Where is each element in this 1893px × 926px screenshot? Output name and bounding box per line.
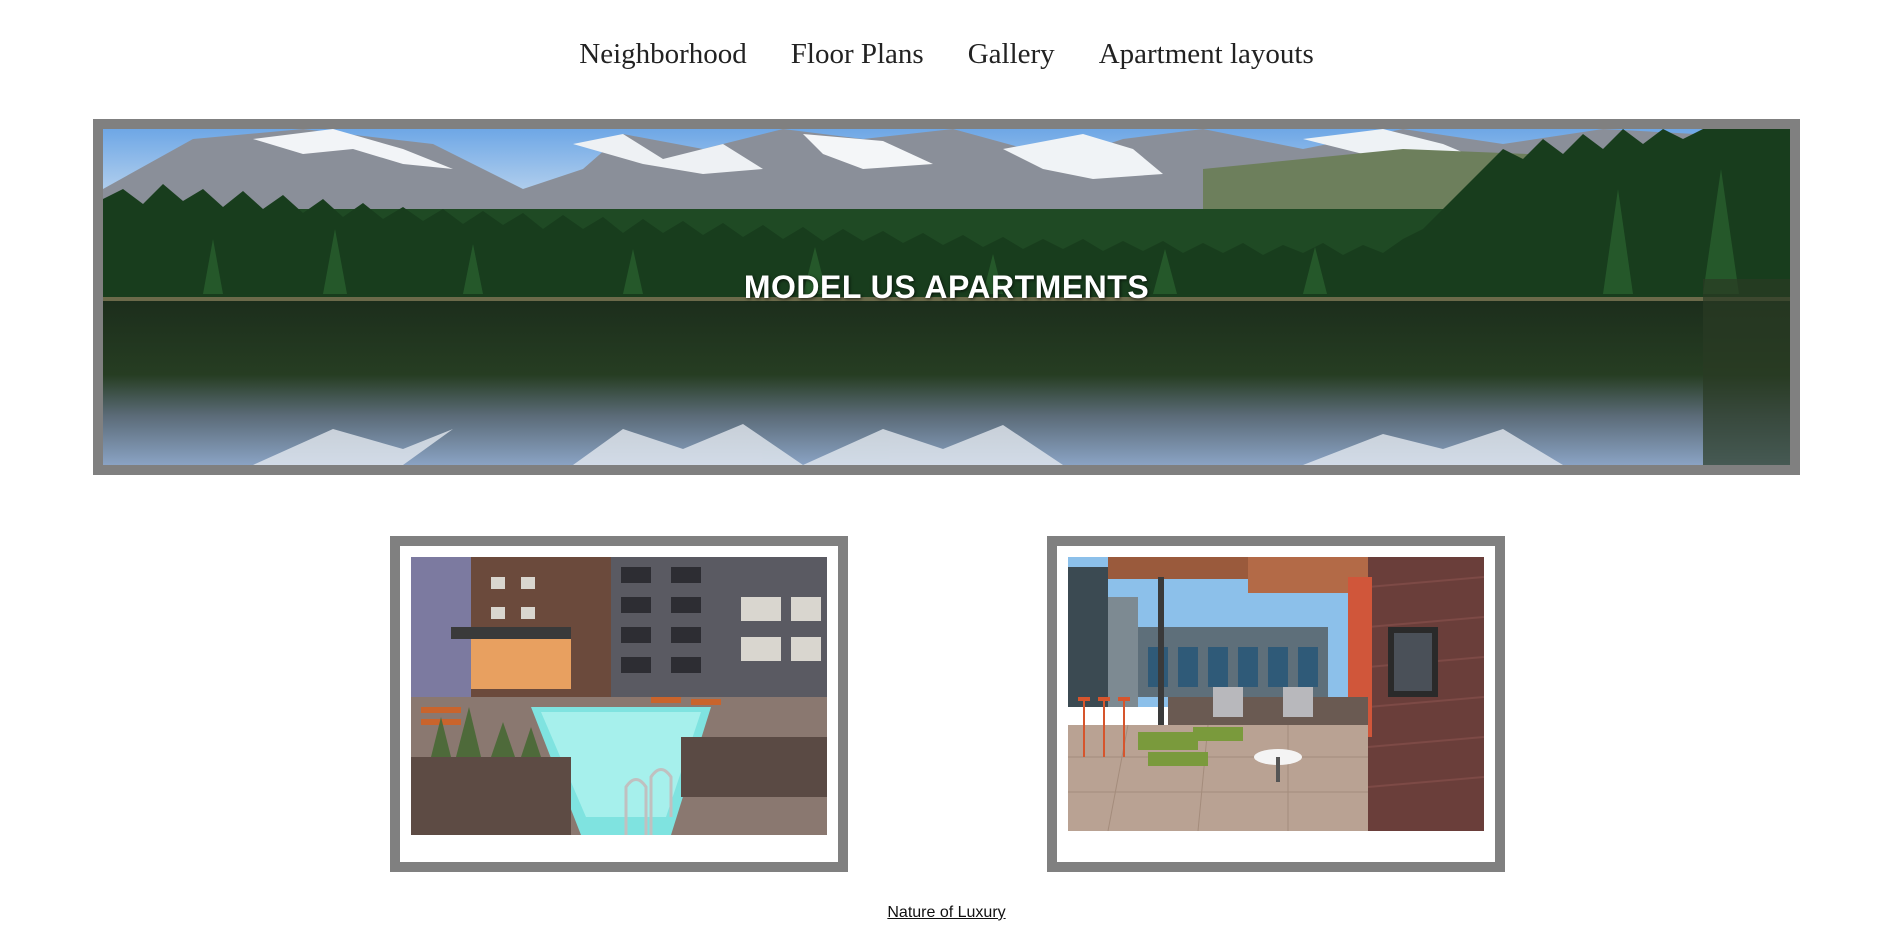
page: Neighborhood Floor Plans Gallery Apartme… <box>0 0 1893 926</box>
pool-courtyard-photo <box>411 557 827 835</box>
gallery-card-patio[interactable] <box>1047 536 1505 872</box>
hero-banner: MODEL US APARTMENTS <box>93 119 1800 475</box>
hero-title: MODEL US APARTMENTS <box>743 269 1150 305</box>
nav-link-apartment-layouts[interactable]: Apartment layouts <box>1099 32 1314 76</box>
nav-link-floor-plans[interactable]: Floor Plans <box>791 32 924 76</box>
top-nav: Neighborhood Floor Plans Gallery Apartme… <box>0 32 1893 76</box>
rooftop-patio-photo <box>1068 557 1484 831</box>
nav-link-gallery[interactable]: Gallery <box>968 32 1055 76</box>
footer-link-nature-of-luxury[interactable]: Nature of Luxury <box>0 904 1893 922</box>
nav-link-neighborhood[interactable]: Neighborhood <box>579 32 747 76</box>
gallery-card-pool[interactable] <box>390 536 848 872</box>
